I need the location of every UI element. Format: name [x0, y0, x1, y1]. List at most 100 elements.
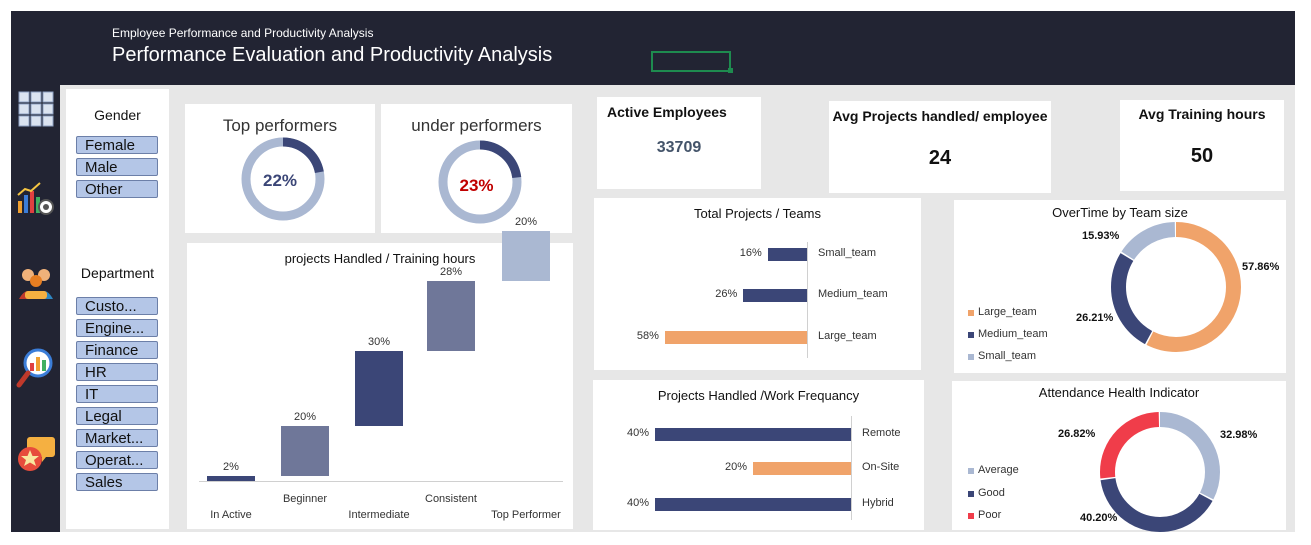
- legend-label: Medium_team: [978, 328, 1048, 340]
- legend-marker: [968, 513, 974, 519]
- y-tick-label: On-Site: [862, 461, 900, 473]
- data-label: 26.82%: [1058, 428, 1096, 440]
- department-option[interactable]: Sales: [76, 473, 158, 491]
- legend-marker: [968, 468, 974, 474]
- bar: [767, 248, 807, 261]
- avg-projects-label: Avg Projects handled/ employee: [832, 108, 1048, 124]
- data-label: 57.86%: [1242, 261, 1280, 273]
- legend-label: Average: [978, 464, 1019, 476]
- under-performers-card: under performers 23%: [381, 104, 572, 233]
- y-tick-label: Remote: [862, 427, 901, 439]
- attendance-chart-card: Attendance Health Indicator 32.98% Averag…: [952, 381, 1286, 532]
- department-option[interactable]: Custo...: [76, 297, 158, 315]
- data-label: 20%: [514, 216, 538, 228]
- x-tick-label: Beginner: [282, 493, 328, 505]
- data-label: 30%: [367, 336, 391, 348]
- data-label: 28%: [439, 266, 463, 278]
- data-label: 16%: [739, 247, 762, 259]
- page-title: Performance Evaluation and Productivity …: [112, 44, 553, 66]
- legend-marker: [968, 491, 974, 497]
- department-option[interactable]: Finance: [76, 341, 158, 359]
- filter-panel: Gender Female Male Other Department Cust…: [66, 89, 169, 529]
- overtime-chart: 57.86% Large_team 26.21% Medium_team 15.93% S…: [954, 200, 1286, 373]
- department-option[interactable]: HR: [76, 363, 158, 381]
- team-icon[interactable]: [17, 265, 55, 301]
- department-option[interactable]: Legal: [76, 407, 158, 425]
- bar: [207, 476, 255, 481]
- bar: [281, 426, 329, 476]
- under-performers-value: 23%: [459, 176, 494, 195]
- x-tick-label: Top Performer: [491, 509, 561, 521]
- bar: [743, 289, 807, 302]
- left-nav: [11, 85, 60, 532]
- bar: [355, 351, 403, 426]
- chat-star-icon[interactable]: [16, 435, 56, 475]
- bar: [427, 281, 475, 351]
- data-label: 20%: [293, 411, 317, 423]
- active-employees-value: 33709: [656, 139, 702, 156]
- gender-option[interactable]: Male: [76, 158, 158, 176]
- legend-marker: [968, 354, 974, 360]
- avg-training-card: Avg Training hours 50: [1120, 100, 1284, 191]
- y-tick-label: Medium_team: [818, 288, 888, 300]
- overtime-chart-card: OverTime by Team size 57.86% Large_team 26…: [954, 200, 1286, 373]
- data-label: 32.98%: [1220, 429, 1258, 441]
- bar: [753, 462, 851, 475]
- gender-option[interactable]: Female: [76, 136, 158, 154]
- data-label: 26%: [715, 288, 738, 300]
- top-performers-value: 22%: [262, 171, 298, 190]
- bar: [655, 428, 851, 441]
- department-slicer-title: Department: [80, 265, 155, 281]
- legend-marker: [968, 332, 974, 338]
- data-label: 2%: [223, 461, 239, 473]
- department-option[interactable]: Operat...: [76, 451, 158, 469]
- avg-projects-value: 24: [928, 147, 952, 169]
- data-label: 58%: [636, 330, 659, 342]
- x-tick-label: Consistent: [425, 493, 477, 505]
- department-option[interactable]: Engine...: [76, 319, 158, 337]
- department-option[interactable]: IT: [76, 385, 158, 403]
- page-subtitle: Employee Performance and Productivity An…: [112, 26, 374, 40]
- selected-cell[interactable]: [651, 51, 731, 72]
- bar: [655, 498, 851, 511]
- avg-training-label: Avg Training hours: [1138, 106, 1266, 122]
- bar-chart-settings-icon[interactable]: [16, 181, 56, 217]
- y-tick-label: Small_team: [818, 247, 877, 259]
- bar: [664, 331, 807, 344]
- gender-option[interactable]: Other: [76, 180, 158, 198]
- data-label: 26.21%: [1076, 312, 1114, 324]
- x-tick-label: Intermediate: [348, 509, 410, 521]
- department-option[interactable]: Market...: [76, 429, 158, 447]
- gender-slicer-title: Gender: [94, 107, 141, 123]
- data-label: 40.20%: [1080, 512, 1118, 524]
- top-performers-card: Top performers 22%: [185, 104, 375, 233]
- x-tick-label: In Active: [210, 509, 252, 521]
- legend-label: Small_team: [978, 350, 1037, 362]
- work-frequency-chart-card: Projects Handled /Work Frequancy 40% Remo…: [593, 380, 924, 530]
- y-tick-label: Large_team: [818, 330, 877, 342]
- y-axis: [851, 416, 852, 520]
- active-employees-label: Active Employees: [607, 104, 727, 120]
- data-label: 15.93%: [1082, 230, 1120, 242]
- y-tick-label: Hybrid: [862, 497, 894, 509]
- active-employees-card: Active Employees 33709: [597, 97, 761, 189]
- avg-training-value: 50: [1190, 145, 1214, 167]
- fill-handle[interactable]: [728, 68, 733, 73]
- y-axis: [807, 242, 808, 358]
- training-hours-chart-card: projects Handled / Training hours 2% In A…: [187, 216, 573, 529]
- projects-teams-chart-card: Total Projects / Teams 16% Small_team 26% M…: [594, 198, 921, 370]
- projects-teams-chart: 16% Small_team 26% Medium_team 58% Large_team: [594, 198, 921, 370]
- training-hours-chart: 2% In Active 20% Beginner 30% Intermediate 28%…: [187, 216, 573, 529]
- work-frequency-chart: 40% Remote 20% On-Site 40% Hybrid: [593, 380, 924, 530]
- magnifier-chart-icon[interactable]: [16, 347, 56, 389]
- x-axis: [199, 481, 563, 482]
- donut: [1111, 222, 1241, 352]
- legend-label: Good: [978, 487, 1005, 499]
- grid-icon[interactable]: [18, 91, 54, 127]
- legend-label: Poor: [978, 509, 1002, 521]
- top-performers-label: Top performers: [222, 116, 338, 135]
- data-label: 20%: [724, 461, 747, 473]
- legend-label: Large_team: [978, 306, 1037, 318]
- under-performers-label: under performers: [411, 116, 542, 135]
- bar: [502, 231, 550, 281]
